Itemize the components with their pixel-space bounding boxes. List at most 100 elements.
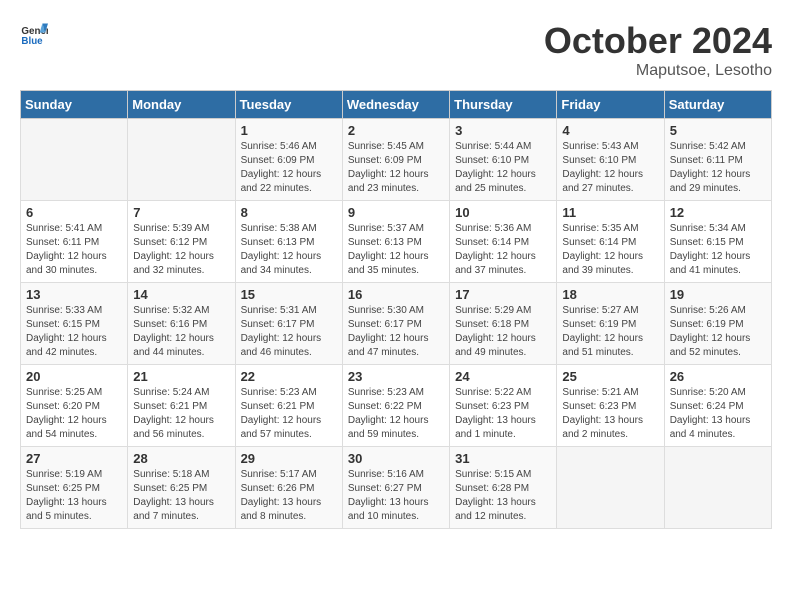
cell-content: Sunrise: 5:33 AM Sunset: 6:15 PM Dayligh… xyxy=(26,304,122,360)
calendar-cell: 26Sunrise: 5:20 AM Sunset: 6:24 PM Dayli… xyxy=(664,365,771,447)
cell-content: Sunrise: 5:27 AM Sunset: 6:19 PM Dayligh… xyxy=(562,304,658,360)
cell-content: Sunrise: 5:44 AM Sunset: 6:10 PM Dayligh… xyxy=(455,140,551,196)
cell-content: Sunrise: 5:15 AM Sunset: 6:28 PM Dayligh… xyxy=(455,468,551,524)
calendar-week-4: 20 Sunrise: 5:25 AM Sunset: 6:20 PM Dayli… xyxy=(21,365,772,447)
calendar-body: 1 Sunrise: 5:46 AM Sunset: 6:09 PM Daylig… xyxy=(21,119,772,529)
day-number: 25 xyxy=(562,369,658,384)
calendar-cell: 30 Sunrise: 5:16 AM Sunset: 6:27 PM Dayli… xyxy=(342,447,449,529)
calendar-cell: 16 Sunrise: 5:30 AM Sunset: 6:17 PM Dayli… xyxy=(342,283,449,365)
day-header-monday: Monday xyxy=(128,91,235,119)
calendar-cell: 31 Sunrise: 5:15 AM Sunset: 6:28 PM Dayli… xyxy=(450,447,557,529)
calendar-cell: 6 Sunrise: 5:41 AM Sunset: 6:11 PM Daylig… xyxy=(21,201,128,283)
cell-content: Sunrise: 5:24 AM Sunset: 6:21 PM Dayligh… xyxy=(133,386,229,442)
cell-content: Sunrise: 5:34 AM Sunset: 6:15 PM Dayligh… xyxy=(670,222,766,278)
day-number: 27 xyxy=(26,451,122,466)
title-block: October 2024 Maputsoe, Lesotho xyxy=(544,20,772,80)
calendar-cell: 19Sunrise: 5:26 AM Sunset: 6:19 PM Dayli… xyxy=(664,283,771,365)
day-header-thursday: Thursday xyxy=(450,91,557,119)
day-number: 15 xyxy=(241,287,337,302)
day-number: 31 xyxy=(455,451,551,466)
calendar-cell xyxy=(128,119,235,201)
day-number: 28 xyxy=(133,451,229,466)
day-number: 24 xyxy=(455,369,551,384)
cell-content: Sunrise: 5:29 AM Sunset: 6:18 PM Dayligh… xyxy=(455,304,551,360)
cell-content: Sunrise: 5:23 AM Sunset: 6:21 PM Dayligh… xyxy=(241,386,337,442)
calendar-week-5: 27 Sunrise: 5:19 AM Sunset: 6:25 PM Dayli… xyxy=(21,447,772,529)
cell-content: Sunrise: 5:16 AM Sunset: 6:27 PM Dayligh… xyxy=(348,468,444,524)
day-number: 16 xyxy=(348,287,444,302)
cell-content: Sunrise: 5:19 AM Sunset: 6:25 PM Dayligh… xyxy=(26,468,122,524)
day-number: 1 xyxy=(241,123,337,138)
calendar-cell: 8 Sunrise: 5:38 AM Sunset: 6:13 PM Daylig… xyxy=(235,201,342,283)
calendar-cell: 14 Sunrise: 5:32 AM Sunset: 6:16 PM Dayli… xyxy=(128,283,235,365)
calendar-cell xyxy=(21,119,128,201)
calendar-cell: 28 Sunrise: 5:18 AM Sunset: 6:25 PM Dayli… xyxy=(128,447,235,529)
logo-icon: General Blue xyxy=(20,20,48,48)
day-number: 10 xyxy=(455,205,551,220)
day-number: 21 xyxy=(133,369,229,384)
cell-content: Sunrise: 5:37 AM Sunset: 6:13 PM Dayligh… xyxy=(348,222,444,278)
cell-content: Sunrise: 5:18 AM Sunset: 6:25 PM Dayligh… xyxy=(133,468,229,524)
day-number: 11 xyxy=(562,205,658,220)
calendar-cell: 27 Sunrise: 5:19 AM Sunset: 6:25 PM Dayli… xyxy=(21,447,128,529)
day-header-sunday: Sunday xyxy=(21,91,128,119)
calendar-cell: 10 Sunrise: 5:36 AM Sunset: 6:14 PM Dayli… xyxy=(450,201,557,283)
day-number: 20 xyxy=(26,369,122,384)
day-number: 22 xyxy=(241,369,337,384)
calendar-cell: 17 Sunrise: 5:29 AM Sunset: 6:18 PM Dayli… xyxy=(450,283,557,365)
cell-content: Sunrise: 5:21 AM Sunset: 6:23 PM Dayligh… xyxy=(562,386,658,442)
cell-content: Sunrise: 5:22 AM Sunset: 6:23 PM Dayligh… xyxy=(455,386,551,442)
cell-content: Sunrise: 5:45 AM Sunset: 6:09 PM Dayligh… xyxy=(348,140,444,196)
day-number: 30 xyxy=(348,451,444,466)
cell-content: Sunrise: 5:23 AM Sunset: 6:22 PM Dayligh… xyxy=(348,386,444,442)
day-number: 12 xyxy=(670,205,766,220)
calendar-cell: 3 Sunrise: 5:44 AM Sunset: 6:10 PM Daylig… xyxy=(450,119,557,201)
day-header-friday: Friday xyxy=(557,91,664,119)
day-number: 8 xyxy=(241,205,337,220)
day-number: 6 xyxy=(26,205,122,220)
calendar-week-3: 13 Sunrise: 5:33 AM Sunset: 6:15 PM Dayli… xyxy=(21,283,772,365)
day-header-wednesday: Wednesday xyxy=(342,91,449,119)
calendar-cell: 22 Sunrise: 5:23 AM Sunset: 6:21 PM Dayli… xyxy=(235,365,342,447)
calendar-cell: 7 Sunrise: 5:39 AM Sunset: 6:12 PM Daylig… xyxy=(128,201,235,283)
calendar-cell: 24 Sunrise: 5:22 AM Sunset: 6:23 PM Dayli… xyxy=(450,365,557,447)
page-header: General Blue October 2024 Maputsoe, Leso… xyxy=(20,20,772,80)
calendar-cell xyxy=(664,447,771,529)
day-number: 17 xyxy=(455,287,551,302)
cell-content: Sunrise: 5:25 AM Sunset: 6:20 PM Dayligh… xyxy=(26,386,122,442)
day-header-tuesday: Tuesday xyxy=(235,91,342,119)
day-number: 4 xyxy=(562,123,658,138)
cell-content: Sunrise: 5:30 AM Sunset: 6:17 PM Dayligh… xyxy=(348,304,444,360)
calendar-cell: 21 Sunrise: 5:24 AM Sunset: 6:21 PM Dayli… xyxy=(128,365,235,447)
day-number: 13 xyxy=(26,287,122,302)
calendar-cell xyxy=(557,447,664,529)
day-number: 14 xyxy=(133,287,229,302)
cell-content: Sunrise: 5:42 AM Sunset: 6:11 PM Dayligh… xyxy=(670,140,766,196)
day-number: 23 xyxy=(348,369,444,384)
cell-content: Sunrise: 5:32 AM Sunset: 6:16 PM Dayligh… xyxy=(133,304,229,360)
location-title: Maputsoe, Lesotho xyxy=(544,62,772,80)
calendar-cell: 20 Sunrise: 5:25 AM Sunset: 6:20 PM Dayli… xyxy=(21,365,128,447)
day-number: 5 xyxy=(670,123,766,138)
calendar-cell: 25 Sunrise: 5:21 AM Sunset: 6:23 PM Dayli… xyxy=(557,365,664,447)
cell-content: Sunrise: 5:38 AM Sunset: 6:13 PM Dayligh… xyxy=(241,222,337,278)
day-number: 9 xyxy=(348,205,444,220)
calendar-cell: 5 Sunrise: 5:42 AM Sunset: 6:11 PM Daylig… xyxy=(664,119,771,201)
cell-content: Sunrise: 5:36 AM Sunset: 6:14 PM Dayligh… xyxy=(455,222,551,278)
day-number: 18 xyxy=(562,287,658,302)
calendar-cell: 29Sunrise: 5:17 AM Sunset: 6:26 PM Dayli… xyxy=(235,447,342,529)
svg-text:Blue: Blue xyxy=(21,36,43,47)
calendar-cell: 13 Sunrise: 5:33 AM Sunset: 6:15 PM Dayli… xyxy=(21,283,128,365)
cell-content: Sunrise: 5:46 AM Sunset: 6:09 PM Dayligh… xyxy=(241,140,337,196)
calendar-cell: 2 Sunrise: 5:45 AM Sunset: 6:09 PM Daylig… xyxy=(342,119,449,201)
cell-content: Sunrise: 5:39 AM Sunset: 6:12 PM Dayligh… xyxy=(133,222,229,278)
day-number: 3 xyxy=(455,123,551,138)
calendar-cell: 4 Sunrise: 5:43 AM Sunset: 6:10 PM Daylig… xyxy=(557,119,664,201)
day-number: 2 xyxy=(348,123,444,138)
calendar-cell: 12 Sunrise: 5:34 AM Sunset: 6:15 PM Dayli… xyxy=(664,201,771,283)
cell-content: Sunrise: 5:41 AM Sunset: 6:11 PM Dayligh… xyxy=(26,222,122,278)
cell-content: Sunrise: 5:31 AM Sunset: 6:17 PM Dayligh… xyxy=(241,304,337,360)
cell-content: Sunrise: 5:20 AM Sunset: 6:24 PM Dayligh… xyxy=(670,386,766,442)
cell-content: Sunrise: 5:43 AM Sunset: 6:10 PM Dayligh… xyxy=(562,140,658,196)
day-number: 7 xyxy=(133,205,229,220)
